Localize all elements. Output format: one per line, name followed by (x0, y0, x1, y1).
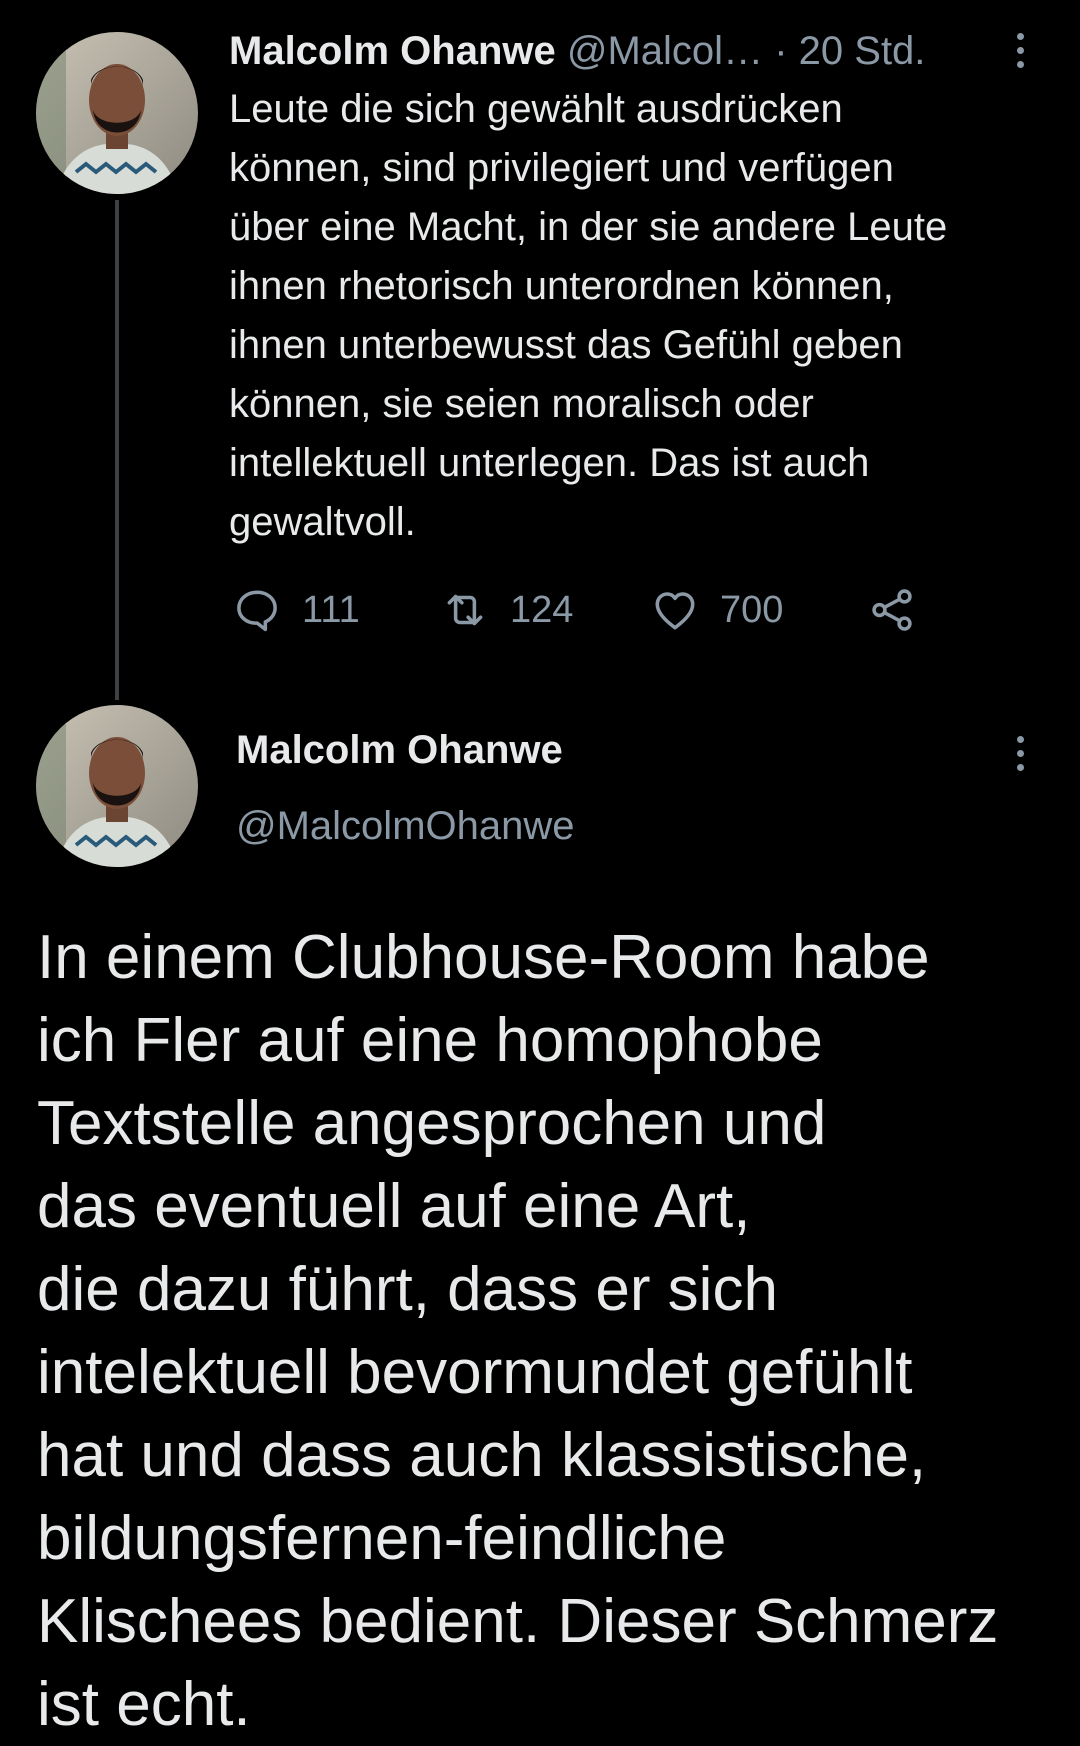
like-count: 700 (720, 588, 784, 631)
tweet-timestamp[interactable]: 20 Std. (799, 29, 926, 73)
share-button[interactable] (867, 580, 917, 640)
retweet-button[interactable]: 124 (440, 580, 573, 640)
author-name[interactable]: Malcolm Ohanwe (229, 29, 556, 73)
avatar-photo (36, 705, 198, 867)
more-options-icon[interactable] (1000, 723, 1040, 783)
heart-icon (655, 592, 695, 630)
separator-dot: · (774, 29, 788, 73)
tweet-text: Leute die sich gewählt ausdrücken können… (229, 87, 948, 544)
avatar-photo (36, 32, 198, 194)
retweet-count: 124 (510, 588, 574, 631)
author-handle[interactable]: @Malcol… (567, 29, 763, 73)
avatar[interactable] (36, 705, 198, 867)
avatar[interactable] (36, 32, 198, 194)
more-options-icon[interactable] (1000, 20, 1040, 80)
author-name[interactable]: Malcolm Ohanwe (236, 724, 563, 776)
reply-icon (237, 590, 277, 632)
like-button[interactable]: 700 (650, 580, 783, 640)
retweet-icon (447, 594, 483, 626)
thread-line (115, 200, 119, 700)
reply-count: 111 (302, 588, 360, 631)
share-icon (872, 589, 912, 631)
reply-button[interactable]: 111 (232, 580, 360, 640)
tweet-text: In einem Clubhouse-Room habe ich Fler au… (37, 923, 999, 1739)
tweet-header: Malcolm Ohanwe @Malcol… · 20 Std. (229, 25, 925, 77)
author-handle[interactable]: @MalcolmOhanwe (236, 800, 575, 852)
